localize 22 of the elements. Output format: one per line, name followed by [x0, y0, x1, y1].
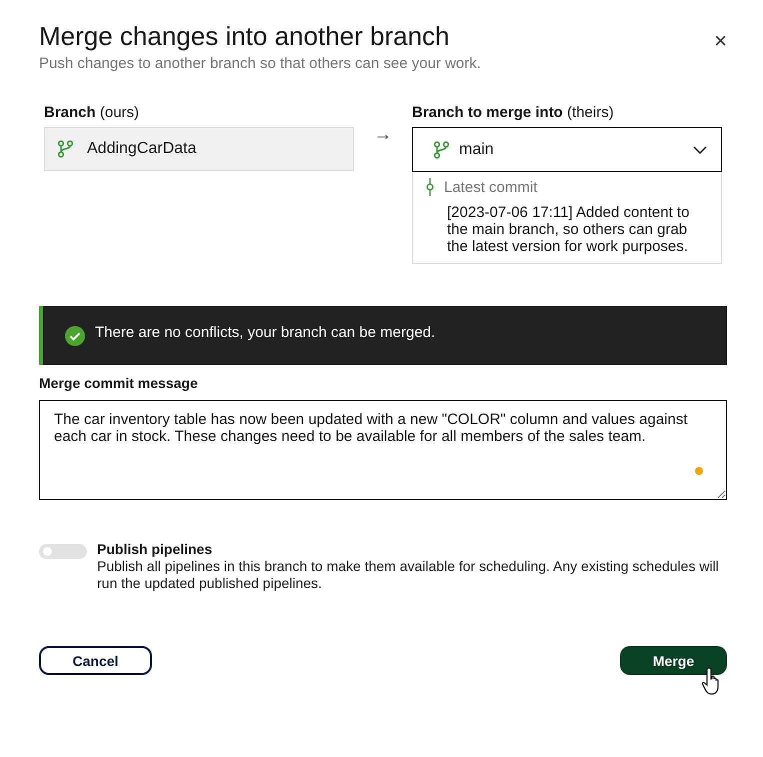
message-field[interactable]: The car inventory table has now been updated with a new "COLOR" column and values against each car in stock. These changes need to be available for all members of the sales team.	[39, 400, 727, 500]
field-label: Branch (ours)	[44, 104, 140, 121]
arrow-text: →	[373, 123, 393, 146]
commit-icon	[426, 178, 434, 196]
check-icon	[65, 326, 85, 346]
commit-text: [2023-07-06 17:11] Added content to the main branch, so others can grab the latest version for work purposes.	[446, 203, 690, 255]
toggle-description: Publish all pipelines in this branch to make them available for scheduling. Any existing schedules will run the updated published pipelines.	[97, 558, 720, 592]
branch-icon	[57, 140, 75, 158]
toggle-switch[interactable]	[39, 544, 87, 559]
branch-field: AddingCarData	[44, 127, 354, 171]
toggle-title: Publish pipelines	[97, 541, 214, 557]
dialog-title: Merge changes into another branch	[39, 20, 450, 52]
field-label: Branch to merge into (theirs)	[412, 104, 615, 121]
banner-text: There are no conflicts, your branch can be merged.	[95, 324, 436, 341]
cancel-button[interactable]: Cancel	[39, 646, 152, 675]
commit-heading: Latest commit	[444, 178, 538, 196]
merge-button[interactable]: Merge	[620, 646, 727, 675]
dialog-subtitle: Push changes to another branch so that others can see your work.	[39, 55, 481, 72]
close-button[interactable]: ×	[714, 28, 727, 54]
branch-dropdown[interactable]: main	[412, 127, 722, 172]
field-label: Merge commit message	[39, 375, 199, 391]
branch-icon	[433, 140, 451, 158]
